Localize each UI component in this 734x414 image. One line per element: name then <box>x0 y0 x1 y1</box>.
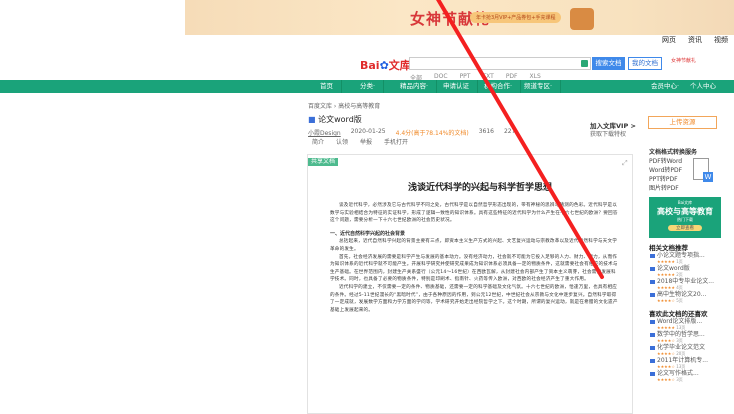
liked-item[interactable]: 2011年计算机专... <box>649 357 734 364</box>
section-heading: 一、近代自然科学兴起的社会背景 <box>330 230 406 237</box>
word-icon: ■ <box>308 115 319 124</box>
header-promo[interactable]: 女神节献礼 <box>671 57 716 64</box>
promo-banner[interactable]: 女神节献礼 年卡抢3月VIP+产品券包+手充课程 <box>185 0 734 35</box>
vip-subtitle: 获取下载特权 <box>590 131 627 138</box>
document-page: 浅谈近代科学的兴起与科学哲学思想 谈及近代科学，必然涉及它与古代科学不同之处，古… <box>330 180 620 314</box>
nav-certify[interactable]: 申请认证 <box>435 80 478 93</box>
my-docs-button[interactable]: 我的文档 <box>628 57 662 70</box>
rating-stars: ★★★★☆ 5页 <box>657 298 683 303</box>
related-docs: 相关文档推荐 小论文题专项指... ★★★★★ 1页 论文word版 ★★★★★ 2… <box>649 242 734 383</box>
doc-title: ■ 论文word版 <box>308 114 362 125</box>
related-item[interactable]: 高中生物论文20... <box>649 291 734 298</box>
gift-image <box>570 8 594 30</box>
intro-button[interactable]: 简介 <box>312 137 324 146</box>
tool-pdf-to-word[interactable]: PDF转Word <box>649 157 697 166</box>
share-doc-badge: 共享文档 <box>308 158 339 166</box>
search-button[interactable]: 搜索文档 <box>592 57 625 70</box>
liked-title: 喜欢此文档的还喜欢 <box>649 310 708 318</box>
doc-downloads: 227 <box>503 128 516 135</box>
fullscreen-icon[interactable]: ⤢ <box>622 159 628 168</box>
image-search-icon[interactable] <box>581 60 588 67</box>
tool-ppt-to-pdf[interactable]: PPT转PDF <box>649 175 697 184</box>
liked-item[interactable]: 论文写作格式... <box>649 370 734 377</box>
baidu-wenku-logo[interactable]: Bai✿文库 <box>360 57 411 73</box>
top-link-web[interactable]: 网页 <box>662 35 676 45</box>
edu-sub: 热门下载 <box>677 217 693 222</box>
edu-banner[interactable]: Bai文库 高校与高等教育 热门下载 立即查看 <box>649 197 721 238</box>
doc-meta: 小霞Design 2020-01-25 4.4分(高于78.14%的文档) 36… <box>308 128 515 137</box>
mobile-open-button[interactable]: 手机打开 <box>384 137 408 146</box>
nav-home[interactable]: 首页 <box>312 80 342 93</box>
search-input[interactable] <box>409 57 591 70</box>
breadcrumb[interactable]: 百度文库 › 高校与高等教育 <box>308 101 380 110</box>
edu-view-button[interactable]: 立即查看 <box>668 225 702 231</box>
main-nav: 首页 分类· 精品内容· 申请认证 机构合作· 频道专区· 会员中心· 个人中心 <box>0 80 734 93</box>
report-button[interactable]: 举报 <box>360 137 372 146</box>
top-link-news[interactable]: 资讯 <box>688 35 702 45</box>
tools-title: 文档格式转换服务 <box>649 149 698 156</box>
related-item[interactable]: 2018中专毕业论文... <box>649 278 734 285</box>
doc-views: 3616 <box>478 128 494 135</box>
nav-premium[interactable]: 精品内容· <box>392 80 438 93</box>
paragraph: 总括起来，近代自然科学兴起的背景主要有三点，即资本主义生产方式的兴起、文艺复兴运… <box>330 239 618 252</box>
rating-stars: ★★★★☆ 3页 <box>657 377 683 382</box>
author-link[interactable]: 小霞Design <box>308 128 341 137</box>
tool-word-to-pdf[interactable]: Word转PDF <box>649 166 697 175</box>
paragraph: 首先，社会经济发展的需要是科学产生与发展的基本动力。没有经济动力，社会就不可能为… <box>330 254 618 283</box>
paragraph: 谈及近代科学，必然涉及它与古代科学不同之处，古代科学是以自然哲学形态出现的，带有… <box>330 203 618 224</box>
claim-button[interactable]: 认领 <box>336 137 348 146</box>
banner-promo: 年卡抢3月VIP+产品券包+手充课程 <box>470 12 562 23</box>
doc-title-text: 论文word版 <box>318 115 362 124</box>
nav-institution[interactable]: 机构合作· <box>476 80 522 93</box>
document-convert-icon: W <box>693 158 713 182</box>
tool-image-to-pdf[interactable]: 图片转PDF <box>649 184 697 193</box>
liked-item[interactable]: Word论文排版... <box>649 318 734 325</box>
related-item[interactable]: 小论文题专项指... <box>649 252 734 259</box>
nav-vip-center[interactable]: 会员中心· <box>643 80 687 93</box>
related-item[interactable]: 论文word版 <box>649 265 734 272</box>
paw-icon: ✿ <box>379 59 389 72</box>
page-heading: 浅谈近代科学的兴起与科学哲学思想 <box>407 183 552 193</box>
doc-actions: 简介 认领 举报 手机打开 <box>312 137 408 146</box>
liked-item[interactable]: 数学中的哲学思... <box>649 331 734 338</box>
nav-category[interactable]: 分类· <box>352 80 385 93</box>
upload-button[interactable]: 上传资源 <box>648 116 717 129</box>
top-links: 网页 资讯 视频 <box>662 35 728 45</box>
logo-text: Bai <box>360 59 380 72</box>
top-link-video[interactable]: 视频 <box>714 35 728 45</box>
edu-title: 高校与高等教育 <box>657 207 713 216</box>
paragraph: 近代科学的建立，不仅需要一定的条件、物质基础，还需要一定的科学基础及文化气氛。十… <box>330 284 618 313</box>
liked-item[interactable]: 化学毕业论文范文 <box>649 344 734 351</box>
format-tools: 文档格式转换服务 PDF转Word Word转PDF PPT转PDF 图片转PD… <box>649 148 697 193</box>
doc-date: 2020-01-25 <box>350 128 386 135</box>
doc-rating: 4.4分(高于78.14%的文档) <box>395 130 469 137</box>
logo-suffix: 文库 <box>388 59 411 72</box>
nav-channels[interactable]: 频道专区· <box>516 80 562 93</box>
nav-personal-center[interactable]: 个人中心 <box>682 80 724 93</box>
related-title: 相关文档推荐 <box>649 244 688 252</box>
